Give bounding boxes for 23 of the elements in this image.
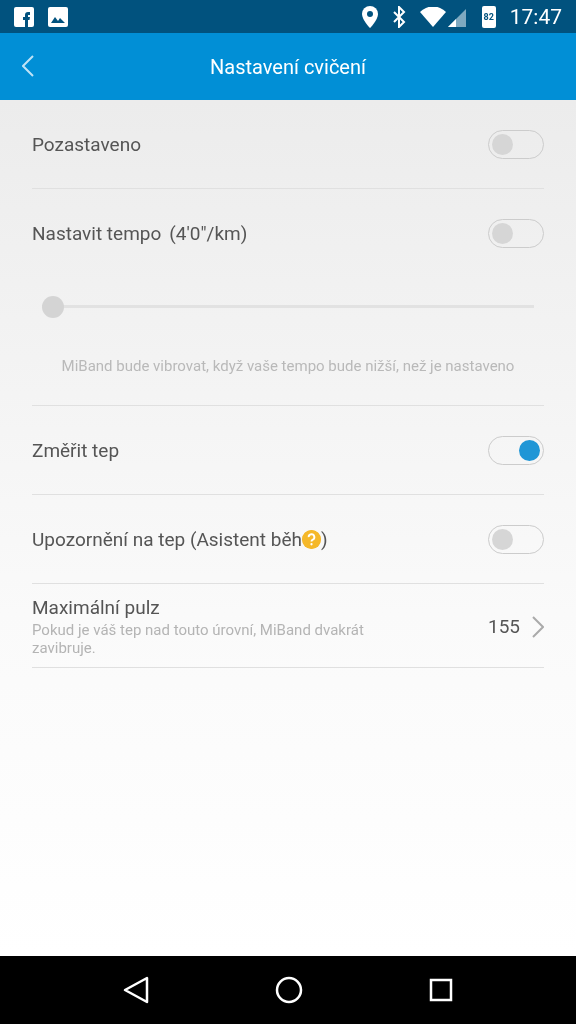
image-icon (48, 6, 68, 27)
setting-label: Upozornění na tep (Asistent běh (32, 527, 302, 551)
pace-value: (4'0"/km) (169, 221, 248, 245)
clock: 17:47 (509, 4, 562, 29)
battery-icon: 82 (481, 5, 496, 28)
overview-icon[interactable] (429, 978, 453, 1002)
setting-description: Pokud je váš tep nad touto úrovní, MiBand dvakrát zavibruje. (32, 621, 365, 657)
setting-label: Maximální pulz (32, 596, 161, 619)
setting-label: Pozastaveno (32, 132, 142, 156)
bluetooth-icon (391, 5, 406, 28)
signal-icon (419, 6, 468, 27)
setting-label: ) (321, 527, 328, 551)
facebook-icon (14, 6, 34, 27)
slider-thumb[interactable] (42, 296, 64, 318)
location-icon (361, 5, 378, 28)
setting-label: Změřit tep (32, 438, 120, 462)
hint-text: MiBand bude vibrovat, když vaše tempo bude nižší, než je nastaveno (61, 357, 515, 375)
home-icon[interactable] (275, 976, 303, 1004)
screen-title: Nastavení cvičení (210, 54, 366, 79)
setting-label: Nastavit tempo (32, 221, 162, 245)
setting-value: 155 (487, 615, 520, 638)
chevron-icon[interactable] (532, 615, 544, 638)
help-icon[interactable] (302, 529, 321, 549)
